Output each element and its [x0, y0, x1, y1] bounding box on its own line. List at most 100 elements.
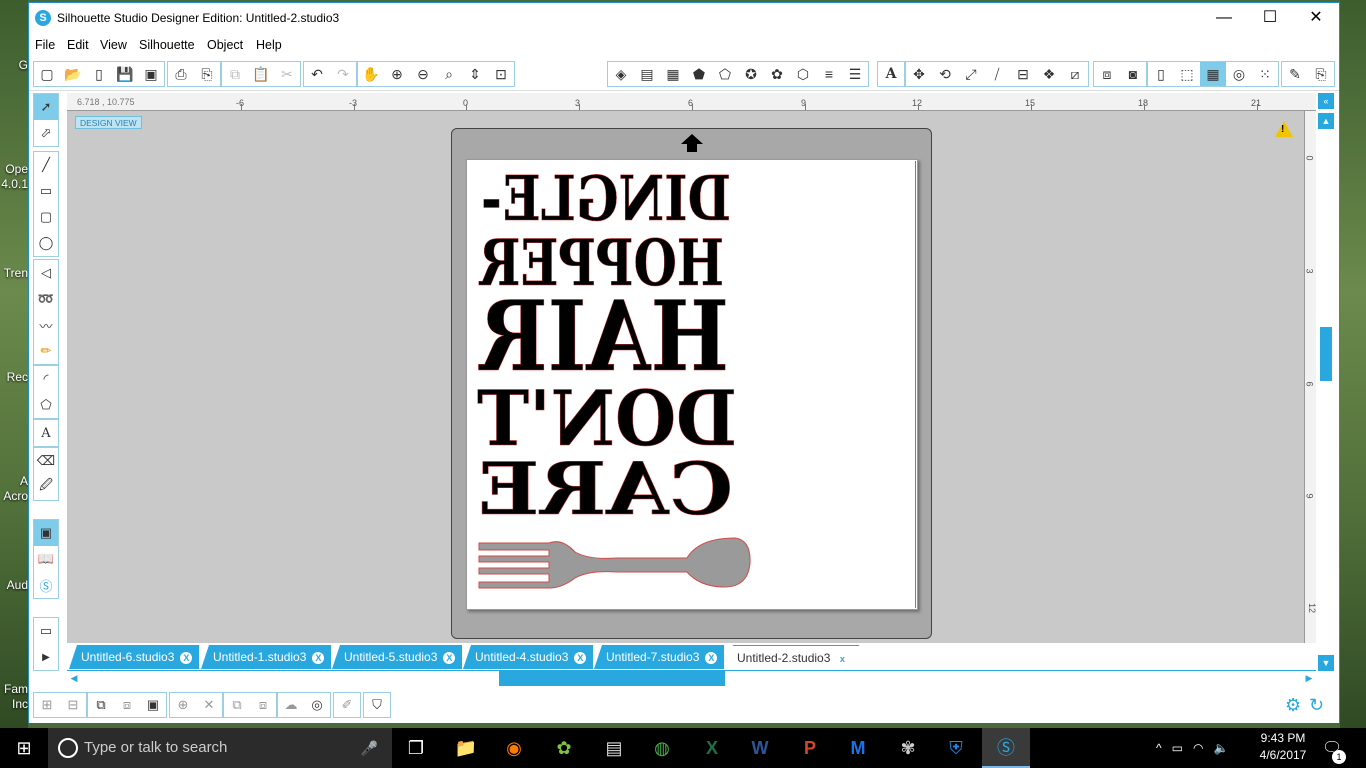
dots-icon[interactable]: ⁙ — [1252, 62, 1278, 86]
page-setup-icon[interactable]: ▯ — [1148, 62, 1174, 86]
curve-tool-icon[interactable]: ➿ — [34, 286, 58, 312]
scanner-app-icon[interactable]: ▤ — [590, 728, 638, 768]
wifi-icon[interactable]: ◠ — [1193, 741, 1203, 755]
silhouette-taskbar-icon[interactable]: Ⓢ — [982, 728, 1030, 768]
desktop-icon-label[interactable]: G — [0, 58, 28, 72]
sketch-icon[interactable]: ✿ — [764, 62, 790, 86]
minimize-button[interactable]: — — [1201, 3, 1247, 33]
close-button[interactable]: ✕ — [1293, 3, 1339, 33]
malwarebytes-icon[interactable]: M — [834, 728, 882, 768]
redo-icon[interactable]: ↷ — [330, 62, 356, 86]
drag-zoom-icon[interactable]: ⇕ — [462, 62, 488, 86]
group-icon[interactable]: ⊞ — [34, 693, 60, 717]
line-tool-icon[interactable]: ╱ — [34, 152, 58, 178]
paste-icon[interactable]: 📋 — [248, 62, 274, 86]
save-library-icon[interactable]: ⛉ — [364, 693, 390, 717]
pentagon-tool-icon[interactable]: ⬠ — [34, 392, 58, 418]
desktop-icon-label[interactable]: Aud — [0, 578, 28, 592]
tab-untitled-1[interactable]: Untitled-1.studio3 X — [201, 645, 331, 669]
toggle-panel-icon[interactable]: ▭ — [34, 618, 58, 644]
undo-icon[interactable]: ↶ — [304, 62, 330, 86]
nest-icon[interactable]: ⧄ — [1062, 62, 1088, 86]
close-tab-icon[interactable]: x — [836, 653, 849, 665]
pan-hand-icon[interactable]: ✋ — [358, 62, 384, 86]
trace-brush-icon[interactable]: ✐ — [334, 693, 360, 717]
collapse-panel-icon[interactable]: « — [1318, 93, 1334, 109]
save-icon[interactable]: 💾 — [112, 62, 138, 86]
scroll-right-icon[interactable]: ▶ — [1302, 671, 1316, 686]
file-explorer-icon[interactable]: 📁 — [442, 728, 490, 768]
desktop-icon-label[interactable]: Tren — [0, 266, 28, 280]
tab-untitled-4[interactable]: Untitled-4.studio3 X — [463, 645, 593, 669]
smooth-freehand-icon[interactable]: ✏ — [34, 338, 58, 364]
polygon-tool-icon[interactable]: ◁ — [34, 260, 58, 286]
bring-forward-icon[interactable]: ▣ — [140, 693, 166, 717]
desktop-icon-label[interactable]: Fam — [0, 682, 28, 696]
scale-icon[interactable]: ⤢ — [958, 62, 984, 86]
chrome-icon[interactable]: ◍ — [638, 728, 686, 768]
select-arrow-icon[interactable]: ➚ — [34, 94, 58, 120]
ellipse-tool-icon[interactable]: ◯ — [34, 230, 58, 256]
new-document-icon[interactable]: ▢ — [34, 62, 60, 86]
menu-file[interactable]: File — [35, 38, 55, 52]
taskbar-search-box[interactable]: Type or talk to search 🎤 — [48, 728, 392, 768]
word-icon[interactable]: W — [736, 728, 784, 768]
clock[interactable]: 9:43 PM 4/6/2017 — [1250, 731, 1316, 762]
task-view-icon[interactable]: ❐ — [392, 728, 440, 768]
cut-settings-icon[interactable]: ☰ — [842, 62, 868, 86]
sketch-pen-icon[interactable]: ✎ — [1282, 62, 1308, 86]
close-tab-icon[interactable]: X — [443, 652, 456, 664]
point-edit-icon[interactable]: ⬀ — [34, 120, 58, 146]
maximize-button[interactable]: ☐ — [1247, 3, 1293, 33]
spiral-icon[interactable]: ◎ — [1226, 62, 1252, 86]
vertical-scrollbar[interactable]: « ▲ ▼ — [1316, 93, 1338, 673]
ungroup-icon[interactable]: ⊟ — [60, 693, 86, 717]
align-icon[interactable]: ⊟ — [1010, 62, 1036, 86]
line-style-icon[interactable]: ⬠ — [712, 62, 738, 86]
menu-edit[interactable]: Edit — [67, 38, 89, 52]
scroll-left-icon[interactable]: ◀ — [67, 671, 81, 686]
tab-untitled-5[interactable]: Untitled-5.studio3 X — [332, 645, 462, 669]
refresh-sync-icon[interactable]: ↻ — [1309, 695, 1324, 716]
horizontal-scroll-thumb[interactable] — [499, 671, 725, 686]
library-icon[interactable]: ▯ — [86, 62, 112, 86]
shadow-icon[interactable]: ✪ — [738, 62, 764, 86]
registration-marks-icon[interactable]: ⬚ — [1174, 62, 1200, 86]
warning-icon[interactable]: ! — [1275, 121, 1293, 137]
gradient-icon[interactable]: ▤ — [634, 62, 660, 86]
settings-gear-icon[interactable]: ⚙ — [1285, 695, 1301, 716]
compound-path-icon[interactable]: ⧉ — [88, 693, 114, 717]
trace-icon[interactable]: ◙ — [1120, 62, 1146, 86]
firefox-icon[interactable]: ◉ — [490, 728, 538, 768]
offset-rings-icon[interactable]: ◎ — [304, 693, 330, 717]
rotate-icon[interactable]: ⟲ — [932, 62, 958, 86]
scroll-down-icon[interactable]: ▼ — [1318, 655, 1334, 671]
print-icon[interactable]: ⎙ — [168, 62, 194, 86]
show-hidden-icons-icon[interactable]: ^ — [1156, 741, 1162, 755]
print-cut-icon[interactable]: ⎘ — [194, 62, 220, 86]
copy-icon[interactable]: ⧉ — [222, 62, 248, 86]
library-book-icon[interactable]: 📖 — [34, 546, 58, 572]
vertical-scroll-thumb[interactable] — [1320, 327, 1332, 381]
powerpoint-icon[interactable]: P — [786, 728, 834, 768]
zoom-select-icon[interactable]: ⌕ — [436, 62, 462, 86]
microphone-icon[interactable]: 🎤 — [361, 728, 378, 768]
online-store-icon[interactable]: Ⓢ — [34, 572, 58, 598]
rectangle-tool-icon[interactable]: ▭ — [34, 178, 58, 204]
fork-shape-icon[interactable] — [478, 537, 751, 589]
tab-untitled-6[interactable]: Untitled-6.studio3 X — [69, 645, 199, 669]
menu-view[interactable]: View — [100, 38, 127, 52]
grid-icon[interactable]: ▦ — [1200, 62, 1226, 86]
text-style-icon[interactable]: A — [878, 62, 904, 86]
close-tab-icon[interactable]: X — [574, 652, 587, 664]
windows-start-icon[interactable]: ⊞ — [0, 728, 48, 768]
volume-icon[interactable]: 🔈 — [1213, 741, 1228, 755]
zoom-out-icon[interactable]: ⊖ — [410, 62, 436, 86]
horizontal-scrollbar[interactable]: ◀ ▶ — [67, 670, 1316, 686]
title-bar[interactable]: S Silhouette Studio Designer Edition: Un… — [29, 3, 1339, 33]
excel-icon[interactable]: X — [688, 728, 736, 768]
pattern-icon[interactable]: ▦ — [660, 62, 686, 86]
utility-app-icon[interactable]: ✾ — [884, 728, 932, 768]
shield-icon[interactable]: ⛨ — [932, 728, 980, 768]
delete-icon[interactable]: ✕ — [196, 693, 222, 717]
